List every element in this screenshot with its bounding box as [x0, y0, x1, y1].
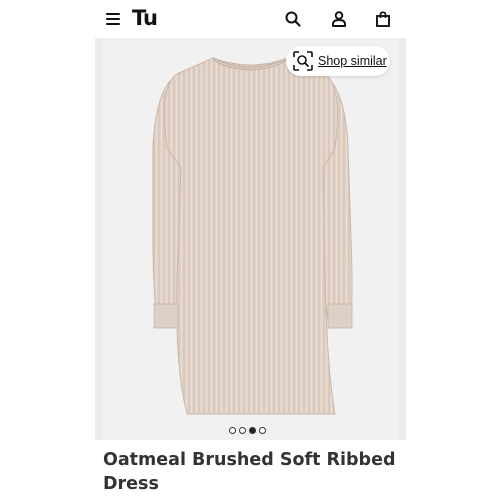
product-image-gallery[interactable]	[95, 38, 406, 440]
shop-similar-button[interactable]: Shop similar	[286, 46, 390, 76]
dress-image	[152, 56, 353, 415]
gallery-dot-4[interactable]	[259, 427, 266, 434]
gallery-pagination	[229, 427, 266, 434]
visual-search-icon	[293, 51, 313, 71]
account-icon[interactable]	[330, 10, 348, 28]
product-image[interactable]	[103, 38, 398, 440]
product-title: Oatmeal Brushed Soft Ribbed Dress	[103, 450, 396, 494]
menu-icon[interactable]	[106, 13, 120, 25]
gallery-dot-2[interactable]	[239, 427, 246, 434]
brand-logo[interactable]: Tu	[132, 6, 158, 30]
gallery-dot-1[interactable]	[229, 427, 236, 434]
search-icon[interactable]	[284, 10, 302, 28]
shop-similar-label: Shop similar	[318, 54, 387, 68]
bag-icon[interactable]	[374, 10, 392, 28]
site-header: Tu	[0, 0, 500, 38]
gallery-dot-3[interactable]	[249, 427, 256, 434]
